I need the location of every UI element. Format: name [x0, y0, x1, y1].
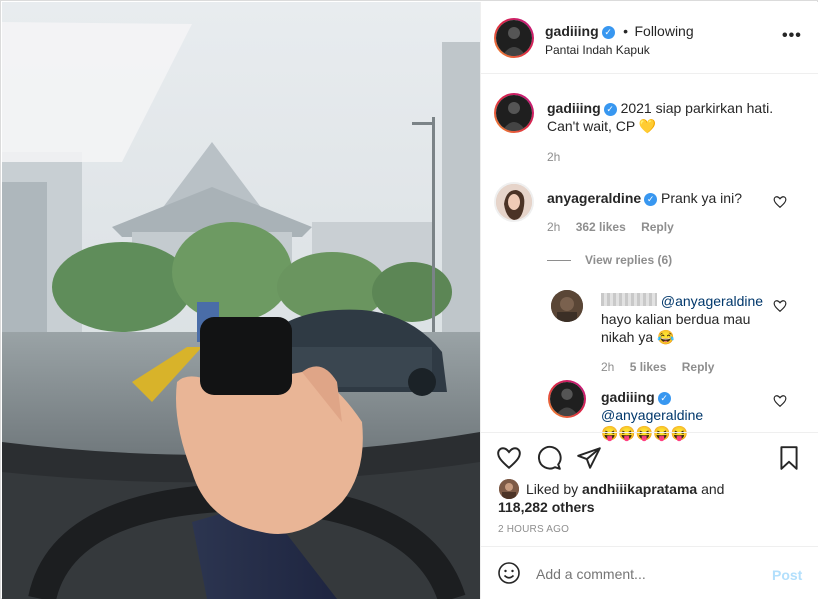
replies-divider [547, 260, 571, 262]
following-button[interactable]: Following [634, 23, 693, 39]
post-location[interactable]: Pantai Indah Kapuk [545, 43, 650, 57]
post-photo-illustration [2, 2, 480, 599]
reply-text: hayo kalian berdua mau nikah ya [601, 311, 751, 345]
replier-avatar[interactable] [551, 290, 583, 322]
share-plane-icon[interactable] [576, 445, 602, 471]
emoji-picker-icon[interactable] [497, 561, 521, 585]
action-bar [481, 432, 818, 482]
liker-avatar[interactable] [499, 479, 519, 499]
mention-link[interactable]: @anyageraldine [601, 407, 703, 423]
caption-time: 2h [547, 150, 561, 164]
comment-box: Post [481, 546, 818, 599]
commenter-avatar[interactable] [494, 182, 534, 222]
comment-input[interactable] [536, 563, 756, 585]
reply-button[interactable]: Reply [641, 220, 674, 234]
liked-by-user[interactable]: andhiiikapratama [582, 481, 697, 497]
post-comment-button[interactable]: Post [772, 567, 802, 583]
caption-avatar[interactable] [494, 93, 534, 133]
reply-likes[interactable]: 5 likes [630, 360, 667, 374]
reply-author-avatar[interactable] [548, 380, 586, 418]
post-photo[interactable] [2, 2, 480, 599]
post-sidebar: gadiiing ✓ • Following Pantai Indah Kapuk… [480, 2, 818, 599]
like-reply-icon[interactable] [773, 394, 787, 408]
author-username[interactable]: gadiiing [545, 23, 599, 39]
view-replies-link[interactable]: View replies (6) [547, 253, 672, 267]
comment-bubble-icon[interactable] [536, 445, 562, 471]
instagram-post-modal: gadiiing ✓ • Following Pantai Indah Kapuk… [0, 0, 818, 599]
mention-link[interactable]: @anyageraldine [661, 293, 763, 309]
comment-time: 2h [547, 220, 561, 234]
caption-username[interactable]: gadiiing [547, 100, 601, 116]
comment-likes[interactable]: 362 likes [576, 220, 626, 234]
liked-by-and: and [701, 481, 725, 497]
others-count[interactable]: 118,282 others [498, 498, 595, 516]
laughing-emoji: 😂 [657, 329, 675, 345]
post-timestamp[interactable]: 2 HOURS AGO [498, 524, 569, 535]
like-comment-icon[interactable] [773, 195, 787, 209]
reply-button[interactable]: Reply [682, 360, 715, 374]
verified-icon: ✓ [603, 103, 617, 116]
verified-icon: ✓ [657, 392, 671, 405]
comment-text: Prank ya ini? [661, 190, 742, 206]
more-options-icon[interactable]: ••• [782, 27, 802, 45]
post-header: gadiiing ✓ • Following Pantai Indah Kapuk… [481, 2, 818, 74]
verified-icon: ✓ [601, 26, 615, 39]
liked-by-label: Liked by [526, 481, 579, 497]
reply-author-username[interactable]: gadiiing [601, 389, 655, 405]
verified-icon: ✓ [644, 193, 658, 206]
follow-separator: • [623, 23, 629, 39]
like-heart-icon[interactable] [496, 445, 522, 471]
like-reply-icon[interactable] [773, 299, 787, 313]
yellow-heart-emoji: 💛 [638, 118, 657, 134]
reply-time: 2h [601, 360, 615, 374]
author-avatar[interactable] [494, 18, 534, 58]
save-bookmark-icon[interactable] [776, 445, 802, 471]
commenter-username[interactable]: anyageraldine [547, 190, 641, 206]
